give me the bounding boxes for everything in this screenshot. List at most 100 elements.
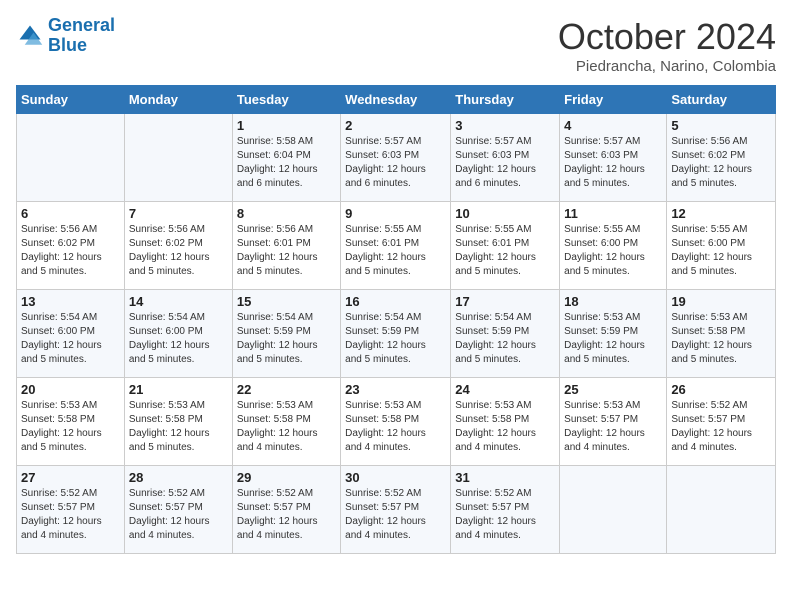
day-number: 24 xyxy=(455,382,555,397)
day-number: 19 xyxy=(671,294,771,309)
day-number: 30 xyxy=(345,470,446,485)
calendar-day-cell: 20 Sunrise: 5:53 AM Sunset: 5:58 PM Dayli… xyxy=(17,378,125,466)
calendar-empty-cell xyxy=(560,466,667,554)
day-detail: Sunrise: 5:53 AM Sunset: 5:58 PM Dayligh… xyxy=(455,399,555,455)
calendar-day-cell: 10 Sunrise: 5:55 AM Sunset: 6:01 PM Dayli… xyxy=(451,202,560,290)
day-number: 5 xyxy=(671,118,771,133)
day-number: 31 xyxy=(455,470,555,485)
calendar-week-row: 20 Sunrise: 5:53 AM Sunset: 5:58 PM Dayli… xyxy=(17,378,776,466)
weekday-header-monday: Monday xyxy=(124,86,232,114)
calendar-day-cell: 4Sunrise: 5:57 AM Sunset: 6:03 PM Daylig… xyxy=(560,114,667,202)
day-number: 14 xyxy=(129,294,228,309)
day-number: 15 xyxy=(237,294,336,309)
day-number: 20 xyxy=(21,382,120,397)
day-number: 3 xyxy=(455,118,555,133)
day-detail: Sunrise: 5:53 AM Sunset: 5:57 PM Dayligh… xyxy=(564,399,662,455)
day-detail: Sunrise: 5:53 AM Sunset: 5:59 PM Dayligh… xyxy=(564,311,662,367)
day-number: 1 xyxy=(237,118,336,133)
month-title: October 2024 xyxy=(558,16,776,58)
calendar-empty-cell xyxy=(17,114,125,202)
day-number: 2 xyxy=(345,118,446,133)
day-number: 11 xyxy=(564,206,662,221)
calendar-table: SundayMondayTuesdayWednesdayThursdayFrid… xyxy=(16,85,776,554)
day-detail: Sunrise: 5:53 AM Sunset: 5:58 PM Dayligh… xyxy=(21,399,120,455)
day-detail: Sunrise: 5:56 AM Sunset: 6:02 PM Dayligh… xyxy=(21,223,120,279)
day-detail: Sunrise: 5:56 AM Sunset: 6:01 PM Dayligh… xyxy=(237,223,336,279)
day-detail: Sunrise: 5:52 AM Sunset: 5:57 PM Dayligh… xyxy=(21,487,120,543)
calendar-day-cell: 16Sunrise: 5:54 AM Sunset: 5:59 PM Dayli… xyxy=(341,290,451,378)
calendar-day-cell: 12 Sunrise: 5:55 AM Sunset: 6:00 PM Dayli… xyxy=(667,202,776,290)
day-detail: Sunrise: 5:55 AM Sunset: 6:00 PM Dayligh… xyxy=(671,223,771,279)
calendar-day-cell: 29Sunrise: 5:52 AM Sunset: 5:57 PM Dayli… xyxy=(232,466,340,554)
calendar-day-cell: 21 Sunrise: 5:53 AM Sunset: 5:58 PM Dayli… xyxy=(124,378,232,466)
weekday-header-tuesday: Tuesday xyxy=(232,86,340,114)
day-detail: Sunrise: 5:54 AM Sunset: 5:59 PM Dayligh… xyxy=(455,311,555,367)
day-number: 26 xyxy=(671,382,771,397)
day-detail: Sunrise: 5:54 AM Sunset: 6:00 PM Dayligh… xyxy=(129,311,228,367)
day-detail: Sunrise: 5:52 AM Sunset: 5:57 PM Dayligh… xyxy=(237,487,336,543)
day-number: 4 xyxy=(564,118,662,133)
day-number: 28 xyxy=(129,470,228,485)
calendar-day-cell: 19 Sunrise: 5:53 AM Sunset: 5:58 PM Dayli… xyxy=(667,290,776,378)
day-detail: Sunrise: 5:52 AM Sunset: 5:57 PM Dayligh… xyxy=(455,487,555,543)
day-number: 18 xyxy=(564,294,662,309)
calendar-day-cell: 5 Sunrise: 5:56 AM Sunset: 6:02 PM Daylig… xyxy=(667,114,776,202)
day-detail: Sunrise: 5:54 AM Sunset: 6:00 PM Dayligh… xyxy=(21,311,120,367)
day-detail: Sunrise: 5:53 AM Sunset: 5:58 PM Dayligh… xyxy=(671,311,771,367)
day-detail: Sunrise: 5:56 AM Sunset: 6:02 PM Dayligh… xyxy=(671,135,771,191)
calendar-day-cell: 25 Sunrise: 5:53 AM Sunset: 5:57 PM Dayli… xyxy=(560,378,667,466)
day-number: 27 xyxy=(21,470,120,485)
title-area: October 2024 Piedrancha, Narino, Colombi… xyxy=(558,16,776,75)
day-detail: Sunrise: 5:52 AM Sunset: 5:57 PM Dayligh… xyxy=(345,487,446,543)
day-number: 23 xyxy=(345,382,446,397)
logo-icon xyxy=(16,22,44,50)
day-detail: Sunrise: 5:53 AM Sunset: 5:58 PM Dayligh… xyxy=(345,399,446,455)
weekday-header-friday: Friday xyxy=(560,86,667,114)
weekday-header-saturday: Saturday xyxy=(667,86,776,114)
logo-text: General Blue xyxy=(48,16,115,56)
logo-general: General xyxy=(48,15,115,35)
weekday-header-row: SundayMondayTuesdayWednesdayThursdayFrid… xyxy=(17,86,776,114)
calendar-week-row: 6 Sunrise: 5:56 AM Sunset: 6:02 PM Daylig… xyxy=(17,202,776,290)
weekday-header-wednesday: Wednesday xyxy=(341,86,451,114)
calendar-day-cell: 2Sunrise: 5:57 AM Sunset: 6:03 PM Daylig… xyxy=(341,114,451,202)
day-number: 17 xyxy=(455,294,555,309)
day-detail: Sunrise: 5:53 AM Sunset: 5:58 PM Dayligh… xyxy=(129,399,228,455)
logo-blue: Blue xyxy=(48,35,87,55)
calendar-week-row: 13Sunrise: 5:54 AM Sunset: 6:00 PM Dayli… xyxy=(17,290,776,378)
day-number: 12 xyxy=(671,206,771,221)
weekday-header-sunday: Sunday xyxy=(17,86,125,114)
calendar-day-cell: 7Sunrise: 5:56 AM Sunset: 6:02 PM Daylig… xyxy=(124,202,232,290)
day-number: 6 xyxy=(21,206,120,221)
day-detail: Sunrise: 5:55 AM Sunset: 6:00 PM Dayligh… xyxy=(564,223,662,279)
calendar-empty-cell xyxy=(124,114,232,202)
day-number: 25 xyxy=(564,382,662,397)
day-number: 8 xyxy=(237,206,336,221)
calendar-day-cell: 31 Sunrise: 5:52 AM Sunset: 5:57 PM Dayli… xyxy=(451,466,560,554)
weekday-header-thursday: Thursday xyxy=(451,86,560,114)
day-detail: Sunrise: 5:52 AM Sunset: 5:57 PM Dayligh… xyxy=(671,399,771,455)
calendar-day-cell: 8 Sunrise: 5:56 AM Sunset: 6:01 PM Daylig… xyxy=(232,202,340,290)
calendar-day-cell: 3 Sunrise: 5:57 AM Sunset: 6:03 PM Daylig… xyxy=(451,114,560,202)
calendar-empty-cell xyxy=(667,466,776,554)
day-detail: Sunrise: 5:54 AM Sunset: 5:59 PM Dayligh… xyxy=(237,311,336,367)
day-detail: Sunrise: 5:58 AM Sunset: 6:04 PM Dayligh… xyxy=(237,135,336,191)
calendar-week-row: 1 Sunrise: 5:58 AM Sunset: 6:04 PM Daylig… xyxy=(17,114,776,202)
day-number: 10 xyxy=(455,206,555,221)
calendar-day-cell: 17 Sunrise: 5:54 AM Sunset: 5:59 PM Dayli… xyxy=(451,290,560,378)
calendar-day-cell: 13Sunrise: 5:54 AM Sunset: 6:00 PM Dayli… xyxy=(17,290,125,378)
calendar-day-cell: 1 Sunrise: 5:58 AM Sunset: 6:04 PM Daylig… xyxy=(232,114,340,202)
day-number: 9 xyxy=(345,206,446,221)
calendar-day-cell: 22 Sunrise: 5:53 AM Sunset: 5:58 PM Dayli… xyxy=(232,378,340,466)
location-subtitle: Piedrancha, Narino, Colombia xyxy=(558,58,776,75)
calendar-day-cell: 6 Sunrise: 5:56 AM Sunset: 6:02 PM Daylig… xyxy=(17,202,125,290)
calendar-day-cell: 23 Sunrise: 5:53 AM Sunset: 5:58 PM Dayli… xyxy=(341,378,451,466)
day-number: 16 xyxy=(345,294,446,309)
day-number: 22 xyxy=(237,382,336,397)
logo: General Blue xyxy=(16,16,115,56)
day-detail: Sunrise: 5:55 AM Sunset: 6:01 PM Dayligh… xyxy=(455,223,555,279)
day-detail: Sunrise: 5:57 AM Sunset: 6:03 PM Dayligh… xyxy=(455,135,555,191)
day-detail: Sunrise: 5:53 AM Sunset: 5:58 PM Dayligh… xyxy=(237,399,336,455)
day-detail: Sunrise: 5:55 AM Sunset: 6:01 PM Dayligh… xyxy=(345,223,446,279)
day-number: 21 xyxy=(129,382,228,397)
